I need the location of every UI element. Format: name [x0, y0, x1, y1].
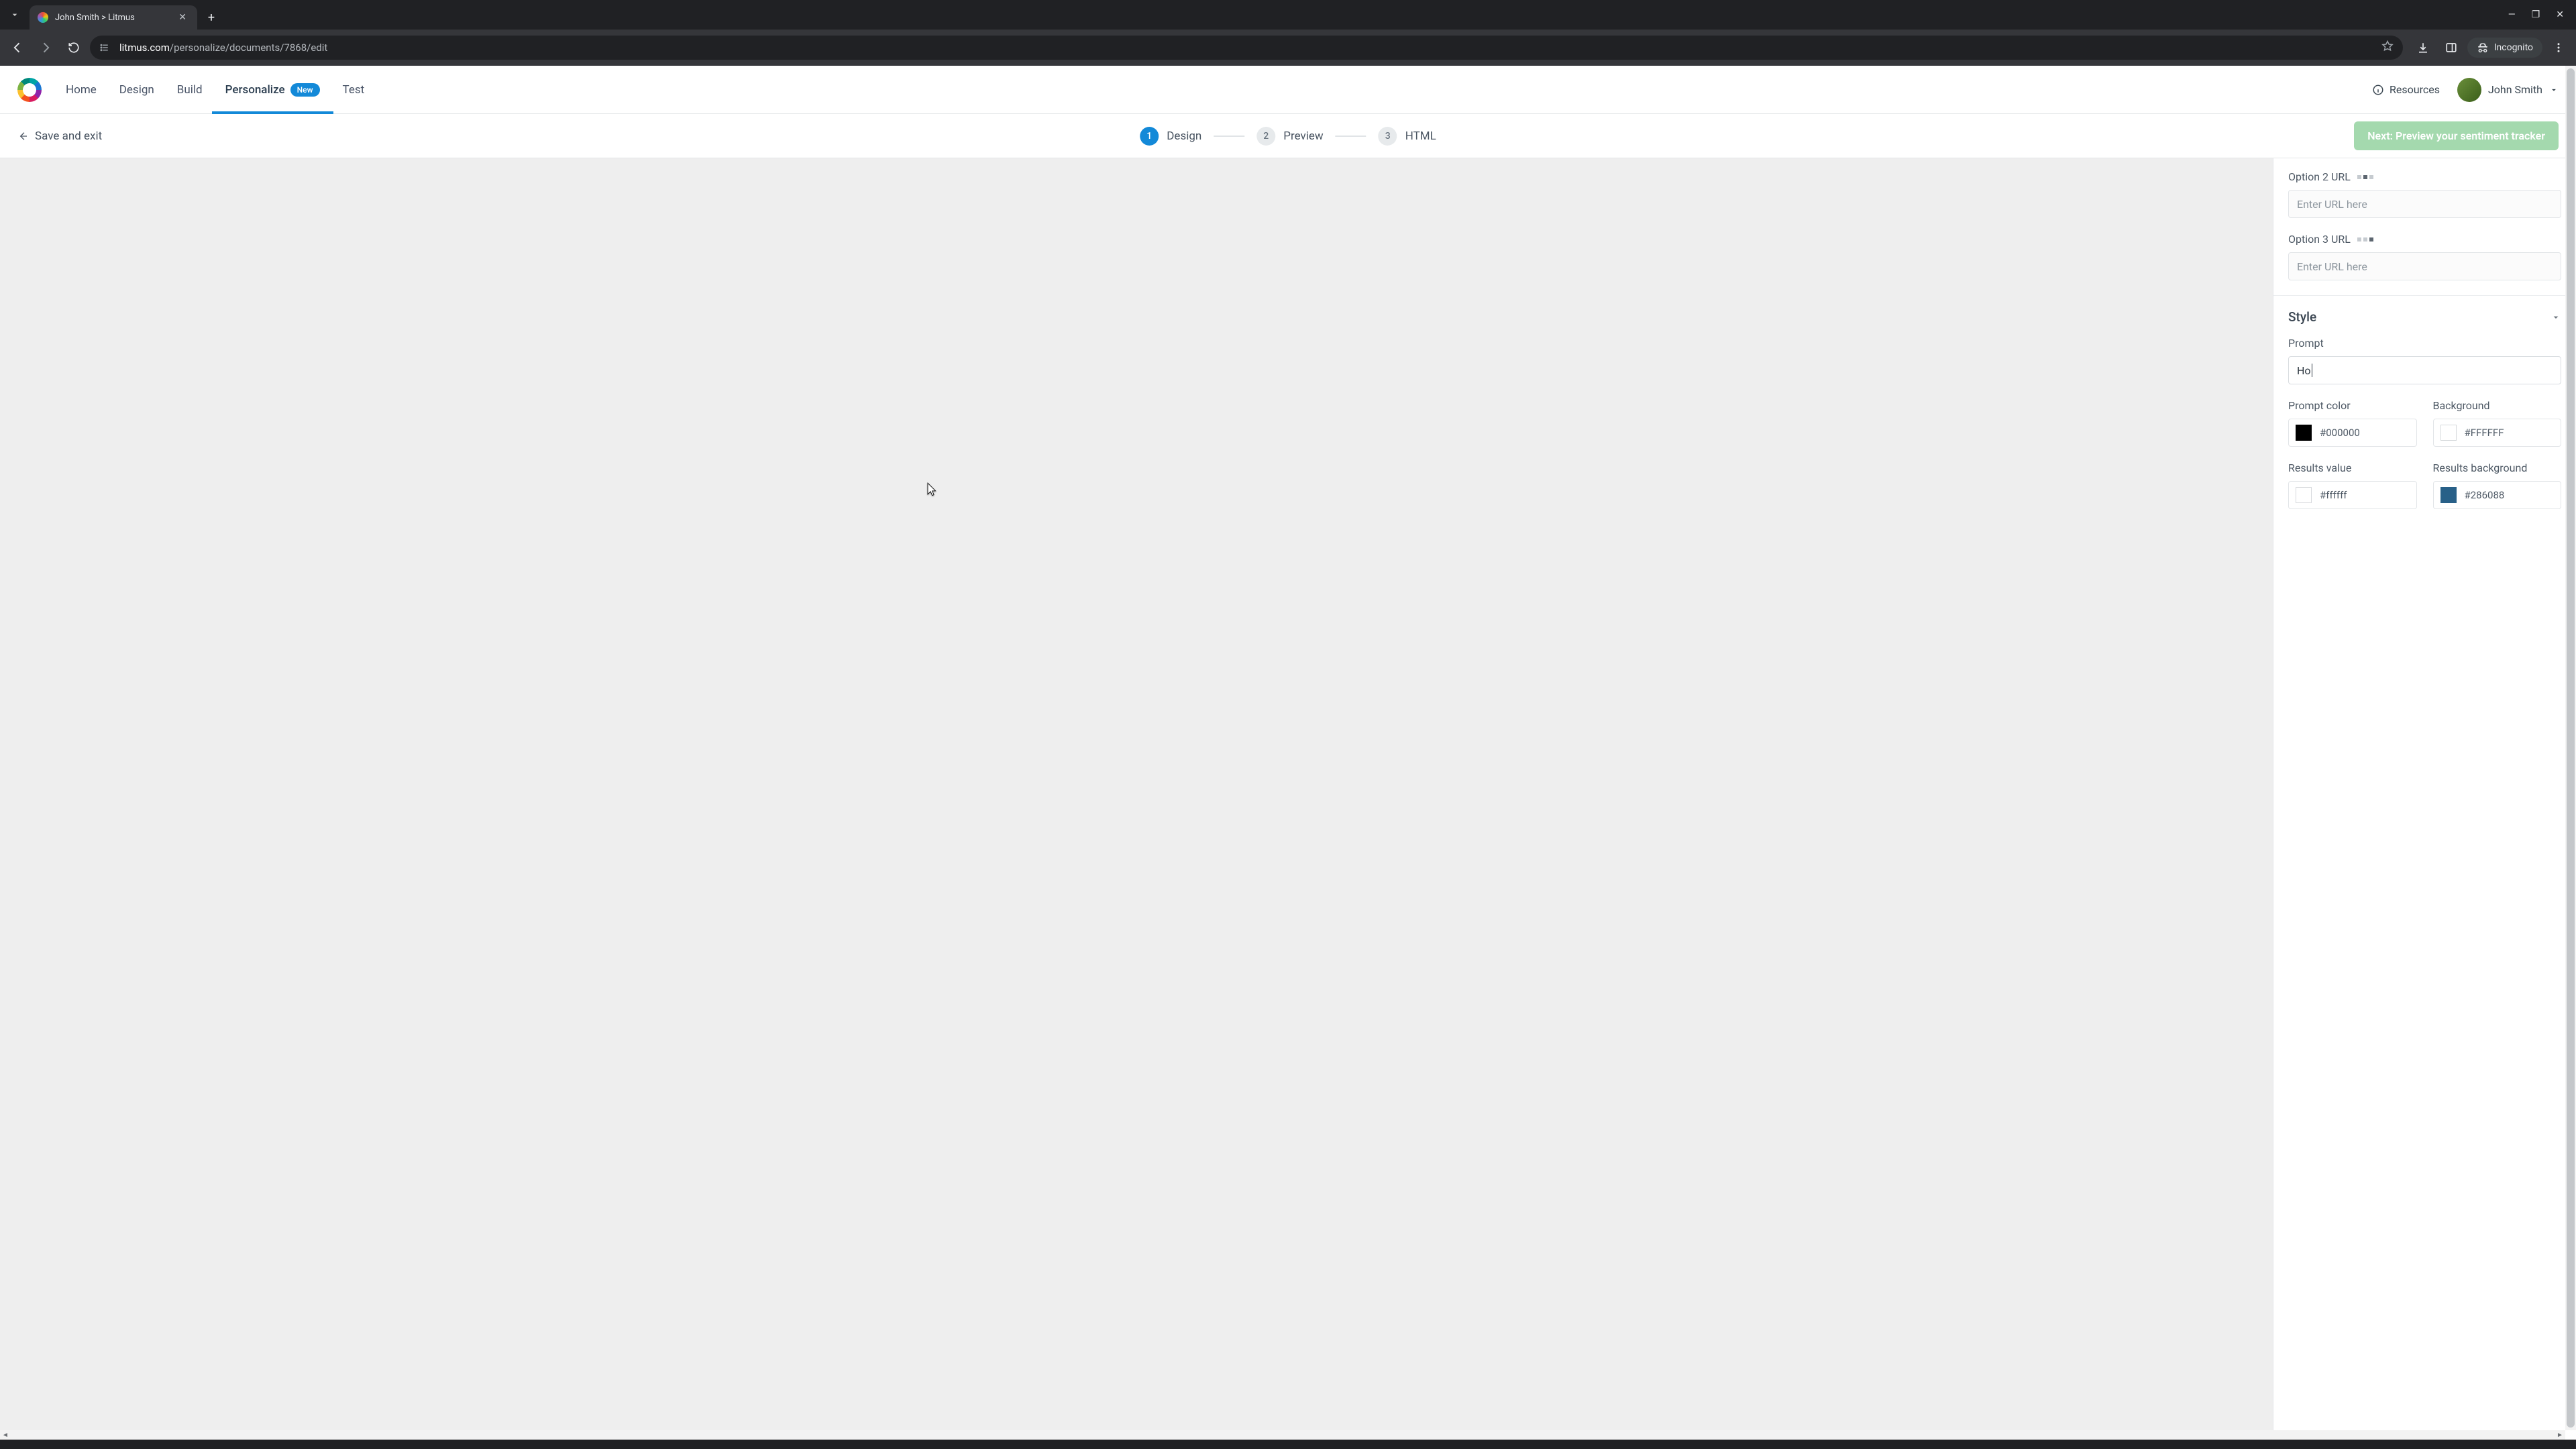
- user-menu[interactable]: John Smith: [2457, 78, 2559, 102]
- prompt-input[interactable]: Ho: [2288, 356, 2561, 384]
- background-color-input[interactable]: #FFFFFF: [2433, 419, 2562, 447]
- step-preview[interactable]: 2 Preview: [1256, 127, 1323, 146]
- incognito-badge[interactable]: Incognito: [2467, 38, 2542, 58]
- sub-toolbar: Save and exit 1 Design 2 Preview 3 HTML …: [0, 114, 2576, 158]
- browser-tab[interactable]: John Smith > Litmus ✕: [30, 5, 197, 30]
- downloads-icon[interactable]: [2411, 36, 2435, 60]
- scrollbar-thumb[interactable]: [2567, 68, 2575, 1428]
- section-divider: [2273, 295, 2576, 296]
- option3-url-input[interactable]: Enter URL here: [2288, 252, 2561, 280]
- color-swatch[interactable]: [2296, 487, 2312, 503]
- litmus-logo-icon[interactable]: [17, 78, 42, 102]
- step-separator: [1214, 136, 1244, 137]
- background-label: Background: [2433, 399, 2562, 412]
- user-name: John Smith: [2488, 83, 2542, 96]
- site-info-icon[interactable]: [99, 42, 111, 54]
- option2-url-label: Option 2 URL: [2288, 170, 2561, 183]
- step-3-number: 3: [1379, 127, 1397, 146]
- option2-url-input[interactable]: Enter URL here: [2288, 190, 2561, 218]
- resources-link[interactable]: Resources: [2372, 83, 2440, 96]
- prompt-color-input[interactable]: #000000: [2288, 419, 2417, 447]
- results-value-input[interactable]: #ffffff: [2288, 481, 2417, 509]
- nav-personalize-label: Personalize: [225, 83, 285, 97]
- step-2-number: 2: [1256, 127, 1275, 146]
- new-badge: New: [290, 83, 320, 97]
- step-1-label: Design: [1167, 129, 1201, 143]
- option3-url-placeholder: Enter URL here: [2297, 260, 2367, 273]
- close-tab-icon[interactable]: ✕: [176, 11, 189, 24]
- properties-panel: Option 2 URL Enter URL here Option 3 URL…: [2273, 158, 2576, 1440]
- prompt-color-label: Prompt color: [2288, 399, 2417, 412]
- nav-test-label: Test: [343, 83, 365, 97]
- results-value-label: Results value: [2288, 462, 2417, 474]
- next-preview-button[interactable]: Next: Preview your sentiment tracker: [2354, 121, 2559, 150]
- scroll-left-arrow-icon[interactable]: ◄: [0, 1432, 11, 1439]
- style-section-header[interactable]: Style: [2288, 309, 2561, 325]
- wizard-steps: 1 Design 2 Preview 3 HTML: [1140, 127, 1436, 146]
- save-and-exit-link[interactable]: Save and exit: [17, 129, 102, 143]
- results-background-label: Results background: [2433, 462, 2562, 474]
- nav-forward-button[interactable]: [34, 36, 58, 60]
- page-horizontal-scrollbar[interactable]: ◄ ►: [0, 1430, 2565, 1440]
- color-swatch[interactable]: [2440, 487, 2457, 503]
- option-dots-icon: [2357, 175, 2373, 179]
- scrollbar-track[interactable]: [11, 1430, 2555, 1440]
- avatar: [2457, 78, 2481, 102]
- step-3-label: HTML: [1405, 129, 1436, 143]
- tab-search-dropdown[interactable]: [0, 0, 30, 30]
- nav-test[interactable]: Test: [343, 66, 365, 113]
- color-swatch[interactable]: [2296, 425, 2312, 441]
- nav-build[interactable]: Build: [177, 66, 203, 113]
- design-canvas[interactable]: [0, 158, 2273, 1440]
- new-tab-button[interactable]: +: [201, 11, 221, 25]
- window-minimize-icon[interactable]: ―: [2508, 9, 2516, 20]
- prompt-value: Ho: [2297, 364, 2311, 377]
- step-separator: [1336, 136, 1366, 137]
- chevron-down-icon: [2549, 85, 2559, 95]
- nav-build-label: Build: [177, 83, 203, 97]
- page-vertical-scrollbar[interactable]: [2565, 66, 2576, 1430]
- incognito-label: Incognito: [2494, 42, 2533, 53]
- app-header: Home Design Build Personalize New Test R…: [0, 66, 2576, 114]
- option3-url-label: Option 3 URL: [2288, 233, 2561, 246]
- save-and-exit-label: Save and exit: [35, 129, 102, 143]
- results-value-value: #ffffff: [2320, 489, 2347, 501]
- option-dots-icon: [2357, 237, 2373, 241]
- favicon-icon: [38, 12, 48, 23]
- results-background-value: #286088: [2465, 489, 2505, 501]
- results-background-input[interactable]: #286088: [2433, 481, 2562, 509]
- sidepanel-icon[interactable]: [2439, 36, 2463, 60]
- nav-design[interactable]: Design: [119, 66, 154, 113]
- step-1-number: 1: [1140, 127, 1159, 146]
- step-2-label: Preview: [1283, 129, 1323, 143]
- nav-reload-button[interactable]: [62, 36, 86, 60]
- address-bar[interactable]: litmus.com/personalize/documents/7868/ed…: [90, 36, 2403, 60]
- nav-home-label: Home: [66, 83, 97, 97]
- step-design[interactable]: 1 Design: [1140, 127, 1201, 146]
- chevron-down-icon: [2551, 312, 2561, 323]
- nav-design-label: Design: [119, 83, 154, 97]
- url-text: litmus.com/personalize/documents/7868/ed…: [119, 42, 2373, 54]
- scroll-right-arrow-icon[interactable]: ►: [2555, 1432, 2565, 1439]
- prompt-label: Prompt: [2288, 337, 2561, 350]
- nav-personalize[interactable]: Personalize New: [225, 66, 320, 113]
- nav-back-button[interactable]: [5, 36, 30, 60]
- tab-title: John Smith > Litmus: [55, 13, 169, 23]
- background-value: #FFFFFF: [2465, 427, 2504, 439]
- resources-label: Resources: [2390, 83, 2440, 96]
- bookmark-star-icon[interactable]: [2381, 40, 2394, 55]
- color-swatch[interactable]: [2440, 425, 2457, 441]
- step-html[interactable]: 3 HTML: [1379, 127, 1436, 146]
- window-maximize-icon[interactable]: ❐: [2532, 9, 2540, 20]
- window-close-icon[interactable]: ✕: [2556, 9, 2564, 20]
- nav-home[interactable]: Home: [66, 66, 97, 113]
- next-button-label: Next: Preview your sentiment tracker: [2367, 129, 2545, 142]
- option2-url-placeholder: Enter URL here: [2297, 198, 2367, 211]
- browser-menu-icon[interactable]: [2546, 36, 2571, 60]
- style-section-title: Style: [2288, 309, 2316, 325]
- prompt-color-value: #000000: [2320, 427, 2360, 439]
